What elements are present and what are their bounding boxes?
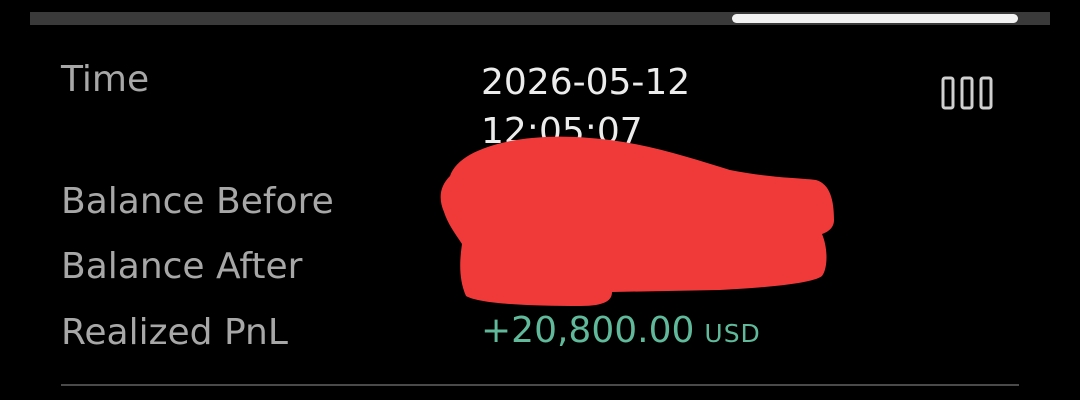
grid-icon[interactable] [941,76,993,110]
realized-pnl-currency: USD [704,319,761,348]
balance-after-label: Balance After [61,246,303,287]
redaction-shape [440,136,834,306]
grid-icon-bar-1 [941,76,955,110]
horizontal-scrollbar[interactable] [30,12,1050,25]
bottom-divider [61,384,1019,386]
realized-pnl-value: +20,800.00 USD [481,306,761,359]
time-date: 2026-05-12 [481,62,691,103]
time-label: Time [61,59,150,100]
realized-pnl-amount: +20,800.00 [481,310,695,351]
realized-pnl-label: Realized PnL [61,312,288,353]
grid-icon-bar-3 [979,76,993,110]
redaction-scribble [440,136,834,306]
grid-icon-bar-2 [960,76,974,110]
balance-before-label: Balance Before [61,181,334,222]
scrollbar-thumb[interactable] [732,14,1018,23]
